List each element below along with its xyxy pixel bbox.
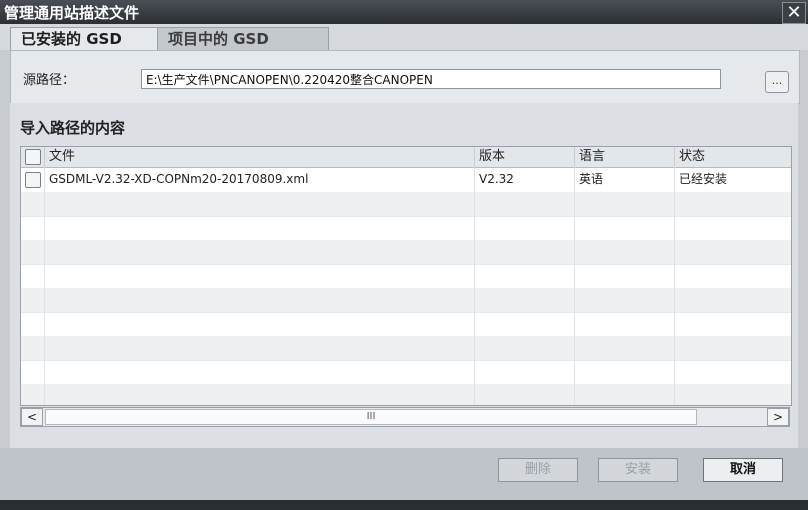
empty-row [21, 264, 791, 289]
table-row[interactable]: GSDML-V2.32-XD-COPNm20-20170809.xml V2.3… [21, 168, 791, 193]
table-header: 文件 版本 语言 状态 [21, 147, 791, 168]
title-bar: 管理通用站描述文件 ✕ [0, 0, 808, 24]
scroll-right-button[interactable]: > [767, 408, 789, 426]
empty-row [21, 384, 791, 405]
select-all-cell [21, 147, 45, 167]
scroll-left-button[interactable]: < [21, 408, 43, 426]
column-divider [674, 167, 675, 405]
delete-button[interactable]: 删除 [498, 458, 578, 482]
empty-row [21, 288, 791, 313]
install-button[interactable]: 安装 [598, 458, 678, 482]
cancel-button[interactable]: 取消 [703, 458, 783, 482]
source-path-input[interactable]: E:\生产文件\PNCANOPEN\0.220420整合CANOPEN [141, 69, 721, 89]
horizontal-scrollbar[interactable]: < III > [20, 407, 790, 427]
column-divider [574, 167, 575, 405]
select-all-checkbox[interactable] [25, 149, 41, 165]
column-header-language[interactable]: 语言 [575, 147, 675, 167]
row-checkbox-cell [21, 168, 45, 192]
file-cell: GSDML-V2.32-XD-COPNm20-20170809.xml [45, 168, 475, 192]
empty-row [21, 192, 791, 217]
section-title: 导入路径的内容 [20, 119, 126, 137]
status-cell: 已经安装 [679, 172, 728, 186]
version-cell: V2.32 [475, 168, 575, 192]
close-button[interactable]: ✕ [782, 2, 806, 24]
language-cell: 英语 [575, 168, 675, 192]
scroll-thumb[interactable]: III [45, 409, 697, 425]
browse-button[interactable]: ... [765, 71, 789, 93]
tab-bar: 已安装的 GSD 项目中的 GSD [0, 24, 808, 51]
window-title: 管理通用站描述文件 [4, 4, 140, 22]
source-path-label: 源路径： [23, 73, 76, 88]
column-header-file[interactable]: 文件 [45, 147, 475, 167]
dialog-window: 管理通用站描述文件 ✕ 已安装的 GSD 项目中的 GSD 源路径： E:\生产… [0, 0, 808, 510]
tab-installed-gsd[interactable]: 已安装的 GSD [10, 27, 166, 51]
import-contents-panel: 导入路径的内容 文件 版本 语言 状态 GSDML-V2.32-XD-COPNm… [10, 103, 798, 448]
empty-row [21, 216, 791, 241]
gsd-table: 文件 版本 语言 状态 GSDML-V2.32-XD-COPNm20-20170… [20, 146, 792, 406]
button-bar: 删除 安装 取消 [0, 448, 808, 500]
source-path-panel: 源路径： E:\生产文件\PNCANOPEN\0.220420整合CANOPEN… [10, 50, 800, 104]
column-header-version[interactable]: 版本 [475, 147, 575, 167]
empty-row [21, 336, 791, 361]
row-checkbox[interactable] [25, 172, 41, 188]
column-divider [44, 167, 45, 405]
window-bottom-edge [0, 500, 808, 510]
column-header-status[interactable]: 状态 [675, 147, 791, 167]
empty-row [21, 312, 791, 337]
empty-row [21, 360, 791, 385]
column-divider [474, 167, 475, 405]
tab-project-gsd[interactable]: 项目中的 GSD [157, 27, 329, 51]
empty-row [21, 240, 791, 265]
